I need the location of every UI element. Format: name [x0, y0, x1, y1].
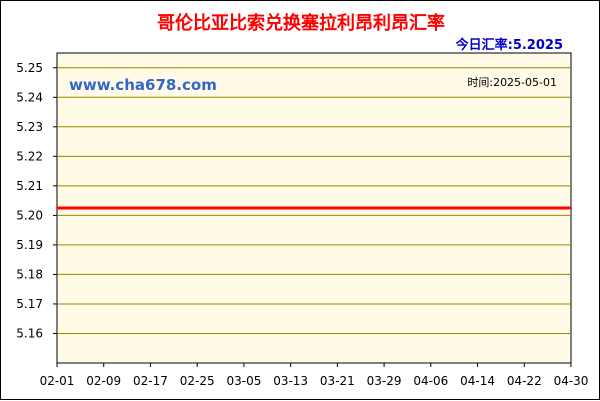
y-tick-label: 5.22: [16, 149, 43, 163]
y-tick-label: 5.20: [16, 208, 43, 222]
y-tick-label: 5.17: [16, 297, 43, 311]
x-tick-label: 03-05: [226, 374, 261, 388]
x-tick-label: 03-13: [273, 374, 308, 388]
x-tick-label: 04-06: [413, 374, 448, 388]
x-tick-label: 02-17: [133, 374, 168, 388]
y-tick-label: 5.23: [16, 120, 43, 134]
x-tick-label: 03-21: [320, 374, 355, 388]
y-tick-label: 5.19: [16, 238, 43, 252]
y-axis-ticks: 5.25 5.24 5.23 5.22 5.21 5.20 5.19 5.18 5.17 5.16: [16, 61, 57, 340]
x-tick-label: 04-14: [460, 374, 495, 388]
x-tick-label: 02-25: [180, 374, 215, 388]
y-tick-label: 5.18: [16, 267, 43, 281]
y-tick-label: 5.25: [16, 61, 43, 75]
x-tick-label: 04-30: [554, 374, 589, 388]
x-tick-label: 04-22: [507, 374, 542, 388]
chart-frame: 哥伦比亚比索兑换塞拉利昂利昂汇率 今日汇率:5.2025 5.25 5.24 5.2…: [0, 0, 600, 400]
watermark-text: www.cha678.com: [69, 76, 217, 94]
x-tick-label: 03-29: [367, 374, 402, 388]
date-label: 时间:2025-05-01: [467, 76, 557, 89]
y-tick-label: 5.21: [16, 179, 43, 193]
x-axis-ticks: 02-01 02-09 02-17 02-25 03-05 03-13 03-21 03-29…: [40, 363, 589, 388]
y-tick-label: 5.24: [16, 90, 43, 104]
chart-svg: 5.25 5.24 5.23 5.22 5.21 5.20 5.19 5.18 5.17 5.16…: [16, 52, 589, 388]
x-tick-label: 02-09: [86, 374, 121, 388]
x-tick-label: 02-01: [40, 374, 75, 388]
y-tick-label: 5.16: [16, 326, 43, 340]
